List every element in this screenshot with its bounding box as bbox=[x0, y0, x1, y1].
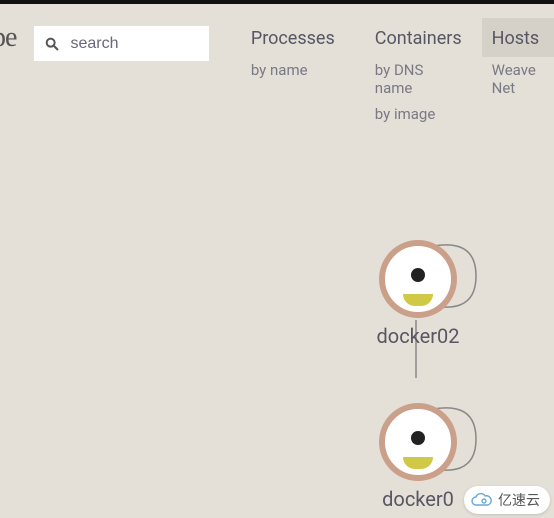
node-circle bbox=[379, 240, 457, 318]
tab-processes-label: Processes bbox=[241, 18, 345, 57]
search-input[interactable] bbox=[68, 34, 198, 54]
topology-graph[interactable]: docker02 docker0 bbox=[0, 190, 554, 518]
node-arc-icon bbox=[403, 294, 433, 306]
search-icon bbox=[44, 36, 60, 52]
tab-hosts[interactable]: Hosts Weave Net bbox=[482, 18, 554, 127]
tab-hosts-sub-weavenet[interactable]: Weave Net bbox=[482, 57, 554, 101]
node-label: docker02 bbox=[338, 324, 498, 348]
node-docker02[interactable]: docker02 bbox=[338, 240, 498, 348]
tab-containers-sub-bydns[interactable]: by DNS name bbox=[365, 57, 472, 101]
logo-fragment: pe bbox=[0, 22, 16, 54]
node-dot-icon bbox=[411, 431, 425, 445]
tab-containers-sub-byimage[interactable]: by image bbox=[365, 101, 472, 127]
watermark-badge: 亿速云 bbox=[464, 486, 550, 514]
node-dot-icon bbox=[411, 268, 425, 282]
nav-tabs: Processes by name Containers by DNS name… bbox=[231, 18, 554, 127]
node-circle bbox=[379, 403, 457, 481]
tab-hosts-label: Hosts bbox=[482, 18, 554, 57]
watermark-text: 亿速云 bbox=[498, 490, 540, 510]
tab-processes-sub-byname[interactable]: by name bbox=[241, 57, 345, 83]
cloud-icon bbox=[470, 492, 494, 508]
tab-containers[interactable]: Containers by DNS name by image bbox=[355, 18, 482, 127]
tab-containers-label: Containers bbox=[365, 18, 472, 57]
tab-processes[interactable]: Processes by name bbox=[231, 18, 355, 127]
search-box[interactable] bbox=[34, 26, 208, 61]
header-bar: pe Processes by name Containers by DNS n… bbox=[0, 4, 554, 122]
node-arc-icon bbox=[403, 457, 433, 469]
